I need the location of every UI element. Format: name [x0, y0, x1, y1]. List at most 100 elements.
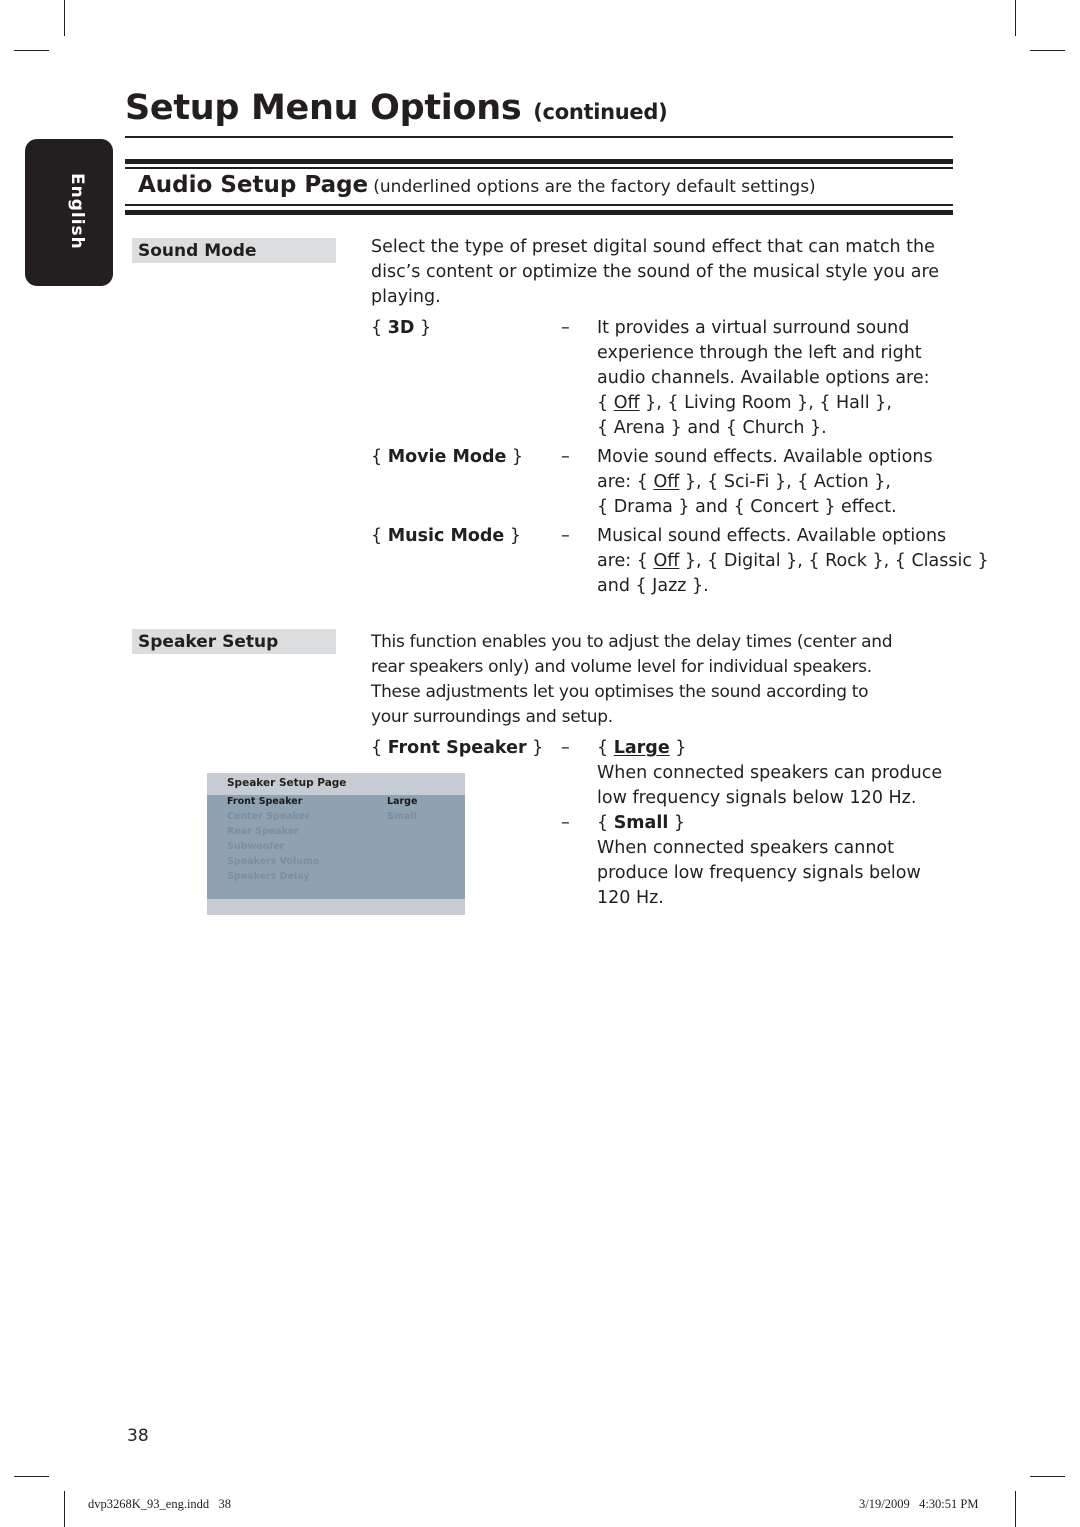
description-line: your surroundings and setup.: [371, 707, 613, 727]
page-title: Setup Menu Options (continued): [125, 88, 668, 128]
description-line: 120 Hz.: [597, 888, 664, 908]
description-line: This function enables you to adjust the …: [371, 632, 893, 652]
speaker-setup-screen: Speaker Setup Page Front Speaker Center …: [207, 773, 465, 915]
option-music-mode-description: Musical sound effects. Available options…: [597, 524, 989, 599]
choices-line: { Off }, { Living Room }, { Hall },: [597, 391, 967, 416]
brace-close: }: [669, 738, 687, 758]
description-line: When connected speakers can produce: [597, 763, 943, 783]
choice-name: Small: [613, 813, 669, 833]
description-line: Musical sound effects. Available options: [597, 526, 947, 546]
page-number: 38: [127, 1426, 149, 1446]
page-title-suffix: (continued): [533, 100, 668, 124]
brace-open: {: [371, 447, 388, 467]
brace-open: {: [597, 738, 614, 758]
description-line: Movie sound effects. Available options: [597, 447, 933, 467]
option-front-speaker-key: { Front Speaker }: [371, 736, 543, 761]
brace-open: {: [371, 738, 388, 758]
option-3d-key: { 3D }: [371, 316, 431, 341]
option-key-name: Front Speaker: [387, 738, 527, 758]
section-rule-bottom-thick: [125, 210, 953, 215]
choices-suffix: }, { Sci-Fi }, { Action },: [679, 472, 891, 492]
choices-prefix: are: {: [597, 551, 654, 571]
option-small: { Small } When connected speakers cannot…: [597, 811, 977, 911]
description-line: Select the type of preset digital sound …: [371, 237, 935, 257]
choices-line: { Arena } and { Church }.: [597, 418, 827, 438]
option-dash: –: [561, 526, 570, 546]
osd-menu-item: Speakers Volume: [227, 856, 320, 867]
osd-value: Small: [387, 811, 417, 822]
speaker-setup-description: This function enables you to adjust the …: [371, 630, 971, 730]
crop-mark: [1030, 1476, 1065, 1477]
section-title: Audio Setup Page: [138, 172, 369, 198]
option-large: { Large } When connected speakers can pr…: [597, 736, 977, 811]
description-line: produce low frequency signals below: [597, 863, 921, 883]
brace-close: }: [526, 738, 544, 758]
option-small-title: { Small }: [597, 811, 977, 836]
description-line: rear speakers only) and volume level for…: [371, 657, 872, 677]
brace-open: {: [371, 318, 388, 338]
section-rule-bottom-thin: [125, 204, 953, 206]
footer-filename: dvp3268K_93_eng.indd 38: [88, 1497, 232, 1511]
default-choice: Off: [653, 551, 680, 571]
option-dash: –: [561, 813, 570, 833]
page-title-text: Setup Menu Options: [125, 88, 522, 128]
osd-header: Speaker Setup Page: [207, 773, 465, 795]
crop-mark: [1015, 1491, 1016, 1527]
osd-value: Large: [387, 796, 418, 807]
osd-menu-item: Front Speaker: [227, 796, 303, 807]
speaker-setup-label: Speaker Setup: [132, 629, 336, 654]
brace-open: {: [597, 813, 614, 833]
crop-mark: [14, 50, 49, 51]
brace-close: }: [414, 318, 432, 338]
osd-footer: [207, 899, 465, 915]
section-rule-top-thin: [125, 167, 953, 169]
description-line: disc’s content or optimize the sound of …: [371, 262, 940, 282]
crop-mark: [1015, 0, 1016, 36]
section-subtitle: (underlined options are the factory defa…: [373, 177, 816, 197]
description-line: experience through the left and right: [597, 343, 922, 363]
sound-mode-label: Sound Mode: [132, 238, 336, 263]
brace-close: }: [506, 447, 524, 467]
option-key-name: Movie Mode: [387, 447, 507, 467]
description-line: It provides a virtual surround sound: [597, 318, 910, 338]
language-tab-label: English: [67, 173, 87, 250]
title-divider: [125, 136, 953, 138]
option-3d-description: It provides a virtual surround sound exp…: [597, 316, 967, 441]
option-dash: –: [561, 738, 570, 758]
option-movie-mode-description: Movie sound effects. Available options a…: [597, 445, 967, 520]
crop-mark: [1030, 50, 1065, 51]
osd-title: Speaker Setup Page: [227, 777, 347, 789]
description-line: When connected speakers cannot: [597, 838, 894, 858]
description-line: audio channels. Available options are:: [597, 368, 930, 388]
section-rule-top-thick: [125, 159, 953, 164]
choices-line: and { Jazz }.: [597, 576, 709, 596]
choices-prefix: {: [597, 393, 614, 413]
description-line: low frequency signals below 120 Hz.: [597, 788, 917, 808]
default-choice: Off: [653, 472, 680, 492]
brace-close: }: [668, 813, 686, 833]
language-tab: English: [25, 139, 113, 286]
brace-close: }: [504, 526, 521, 546]
section-heading: Audio Setup Page (underlined options are…: [138, 172, 816, 198]
option-dash: –: [561, 318, 570, 338]
brace-open: {: [371, 526, 388, 546]
choices-prefix: are: {: [597, 472, 654, 492]
osd-menu-item: Rear Speaker: [227, 826, 299, 837]
crop-mark: [64, 1491, 65, 1527]
footer-timestamp: 3/19/2009 4:30:51 PM: [859, 1497, 979, 1511]
option-large-title: { Large }: [597, 736, 977, 761]
choices-line: are: { Off }, { Sci-Fi }, { Action },: [597, 470, 967, 495]
sound-mode-description: Select the type of preset digital sound …: [371, 235, 961, 310]
choices-suffix: }, { Living Room }, { Hall },: [639, 393, 892, 413]
osd-menu-item: Speakers Delay: [227, 871, 310, 882]
crop-mark: [14, 1476, 49, 1477]
description-line: These adjustments let you optimises the …: [371, 682, 869, 702]
option-movie-mode-key: { Movie Mode }: [371, 445, 523, 470]
default-choice: Off: [613, 393, 640, 413]
option-key-name: Music Mode: [387, 526, 505, 546]
option-music-mode-key: { Music Mode }: [371, 524, 521, 549]
osd-menu-item: Subwoofer: [227, 841, 285, 852]
choices-line: are: { Off }, { Digital }, { Rock }, { C…: [597, 549, 989, 574]
choices-suffix: }, { Digital }, { Rock }, { Classic }: [679, 551, 989, 571]
osd-menu-item: Center Speaker: [227, 811, 310, 822]
